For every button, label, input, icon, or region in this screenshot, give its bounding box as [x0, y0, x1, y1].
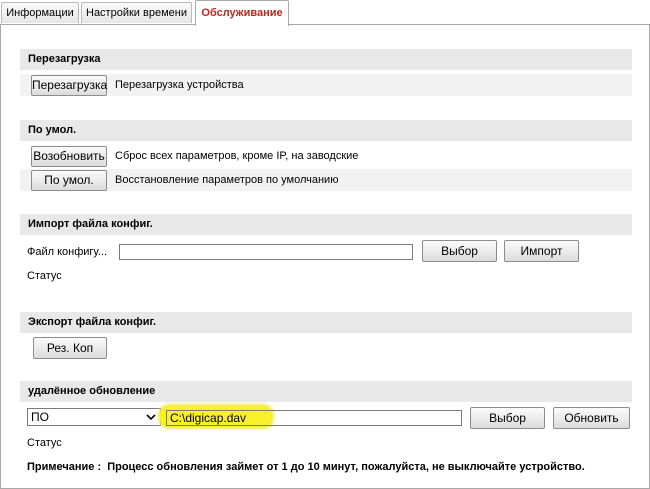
import-status-label: Статус: [27, 270, 62, 282]
tab-maintenance[interactable]: Обслуживание: [195, 0, 289, 26]
config-file-input[interactable]: [119, 244, 413, 260]
upgrade-file-input[interactable]: [166, 410, 462, 426]
config-file-label: Файл конфигу...: [27, 246, 108, 258]
import-button[interactable]: Импорт: [504, 240, 579, 262]
restore-row: Возобновить Сброс всех параметров, кроме…: [20, 145, 632, 167]
import-browse-button[interactable]: Выбор: [422, 240, 497, 262]
upgrade-browse-button[interactable]: Выбор: [470, 407, 545, 429]
upgrade-button[interactable]: Обновить: [553, 407, 630, 429]
import-section-title: Импорт файла конфиг.: [20, 214, 632, 235]
tab-bar: Информации Настройки времени Обслуживани…: [0, 0, 650, 26]
upgrade-type-select[interactable]: ПО: [27, 408, 161, 426]
reboot-button[interactable]: Перезагрузка: [31, 75, 107, 96]
backup-button[interactable]: Рез. Коп: [33, 337, 107, 359]
default-button[interactable]: По умол.: [31, 170, 107, 191]
default-description: Восстановление параметров по умолчанию: [115, 174, 339, 186]
default-row: По умол. Восстановление параметров по ум…: [20, 169, 632, 191]
restore-button[interactable]: Возобновить: [31, 146, 107, 167]
note-text: Процесс обновления займет от 1 до 10 мин…: [107, 461, 585, 473]
reboot-section-title: Перезагрузка: [20, 49, 632, 70]
export-section-title: Экспорт файла конфиг.: [20, 312, 632, 333]
restore-description: Сброс всех параметров, кроме IP, на заво…: [115, 150, 359, 162]
upgrade-note: Примечание : Процесс обновления займет о…: [27, 460, 585, 474]
upgrade-section-title: удалённое обновление: [20, 381, 632, 402]
upgrade-status-label: Статус: [27, 437, 62, 449]
tab-info[interactable]: Информации: [1, 2, 79, 23]
defaults-section-title: По умол.: [20, 120, 632, 141]
reboot-description: Перезагрузка устройства: [115, 79, 244, 91]
chevron-down-icon: [146, 414, 156, 421]
note-label: Примечание :: [27, 461, 102, 473]
reboot-row: Перезагрузка Перезагрузка устройства: [20, 74, 632, 96]
tab-time-settings[interactable]: Настройки времени: [81, 2, 192, 23]
upgrade-type-value: ПО: [31, 410, 49, 424]
